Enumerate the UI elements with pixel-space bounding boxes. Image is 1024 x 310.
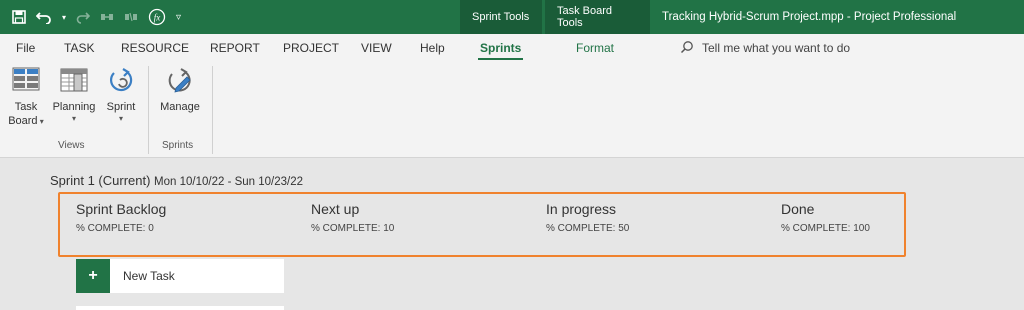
tab-file[interactable]: File <box>16 34 35 62</box>
link-icon[interactable] <box>100 11 114 23</box>
context-tab-sprint-tools: Sprint Tools <box>460 0 542 34</box>
sprint-heading: Sprint 1 (Current) Mon 10/10/22 - Sun 10… <box>50 173 303 188</box>
tell-me-search[interactable]: Tell me what you want to do <box>680 34 850 62</box>
ribbon: Task Board ▾ Planning ▾ Sprint ▾ Views M… <box>0 62 1024 158</box>
window-title: Tracking Hybrid-Scrum Project.mpp - Proj… <box>662 11 957 23</box>
sprint-icon <box>109 68 133 92</box>
save-icon[interactable] <box>12 10 26 24</box>
sprint-dates: Mon 10/10/22 - Sun 10/23/22 <box>154 176 304 188</box>
column-done[interactable]: Done % COMPLETE: 100 <box>781 201 870 234</box>
tab-report[interactable]: REPORT <box>210 34 260 62</box>
menu-bar: File TASK RESOURCE REPORT PROJECT VIEW H… <box>0 34 1024 62</box>
sprint-name: Sprint 1 (Current) <box>50 173 151 188</box>
sprints-group-label: Sprints <box>162 140 194 151</box>
task-card[interactable] <box>76 306 284 310</box>
plus-icon[interactable]: + <box>76 259 110 293</box>
column-percent-complete: % COMPLETE: 10 <box>311 223 395 234</box>
manage-sprints-icon <box>168 68 191 93</box>
column-title: In progress <box>546 201 617 217</box>
column-percent-complete: % COMPLETE: 100 <box>781 223 870 234</box>
redo-icon[interactable] <box>76 10 91 24</box>
sprint-label: Sprint <box>106 101 136 113</box>
unlink-icon[interactable] <box>124 11 138 23</box>
undo-dropdown-icon[interactable]: ▾ <box>62 13 66 22</box>
task-board-button[interactable]: Task Board ▾ <box>8 66 44 128</box>
manage-sprints-button[interactable]: Manage <box>156 66 204 114</box>
column-sprint-backlog[interactable]: Sprint Backlog % COMPLETE: 0 <box>76 201 166 234</box>
chevron-down-icon: ▾ <box>118 114 123 123</box>
planning-label: Planning <box>52 101 96 113</box>
tell-me-label: Tell me what you want to do <box>702 41 851 55</box>
chevron-down-icon: ▾ <box>71 114 76 123</box>
tab-view[interactable]: VIEW <box>361 34 392 62</box>
column-percent-complete: % COMPLETE: 50 <box>546 223 630 234</box>
tab-help[interactable]: Help <box>420 34 445 62</box>
task-board-label-1: Task <box>14 101 38 113</box>
views-group-label: Views <box>58 140 85 151</box>
chevron-down-icon: ▾ <box>37 117 44 126</box>
new-task-card[interactable]: + New Task <box>76 259 284 293</box>
columns-highlight-box <box>58 192 906 257</box>
column-title: Done <box>781 201 815 217</box>
tab-resource[interactable]: RESOURCE <box>121 34 189 62</box>
svg-text:fx: fx <box>154 13 161 23</box>
group-divider <box>212 66 213 154</box>
new-task-label: New Task <box>123 269 175 283</box>
task-board-label-2: Board <box>8 115 38 127</box>
tab-format[interactable]: Format <box>576 34 614 62</box>
planning-button[interactable]: Planning ▾ <box>50 66 98 124</box>
title-bar: ▾ fx ▿ Sprint Tools Task Board Tools Tra… <box>0 0 1024 34</box>
function-icon[interactable]: fx <box>148 8 166 26</box>
column-title: Next up <box>311 201 360 217</box>
context-tab-task-board-tools: Task Board Tools <box>545 0 650 34</box>
column-next-up[interactable]: Next up % COMPLETE: 10 <box>311 201 394 234</box>
search-icon <box>680 40 694 57</box>
customize-icon[interactable]: ▿ <box>176 12 181 23</box>
group-divider <box>148 66 149 154</box>
column-title: Sprint Backlog <box>76 201 167 217</box>
tab-sprints[interactable]: Sprints <box>477 34 524 62</box>
task-board-icon <box>12 67 40 91</box>
column-in-progress[interactable]: In progress % COMPLETE: 50 <box>546 201 629 234</box>
sprint-button[interactable]: Sprint ▾ <box>102 66 140 124</box>
quick-access-toolbar: ▾ fx ▿ <box>12 0 181 34</box>
tab-task[interactable]: TASK <box>64 34 94 62</box>
planning-icon <box>60 68 88 92</box>
column-percent-complete: % COMPLETE: 0 <box>76 223 154 234</box>
tab-project[interactable]: PROJECT <box>283 34 339 62</box>
undo-icon[interactable] <box>36 10 52 24</box>
manage-label: Manage <box>160 101 200 113</box>
